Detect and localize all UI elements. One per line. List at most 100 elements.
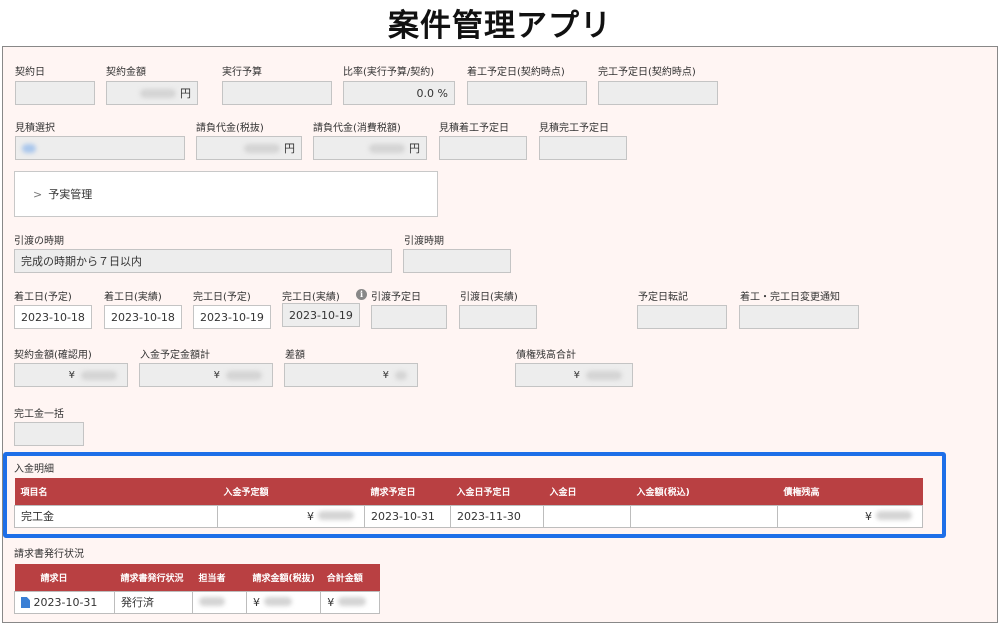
diff-label: 差額: [285, 350, 305, 361]
masked-value: [199, 596, 225, 606]
contract-amount-field[interactable]: 円: [106, 81, 198, 105]
confirm-amount-label: 契約金額(確認用): [14, 350, 92, 361]
finish-actual-field[interactable]: 2023-10-19: [282, 303, 360, 327]
delivery-plan-field[interactable]: [371, 305, 447, 329]
column-header: 請求日: [14, 564, 115, 591]
invoice-status-cell[interactable]: 発行済: [114, 590, 193, 614]
start-plan-field[interactable]: 2023-10-18: [14, 305, 92, 329]
amount-unit: 円: [180, 87, 191, 100]
budget-field[interactable]: [222, 81, 332, 105]
planned-amount-cell[interactable]: ¥: [217, 504, 365, 528]
budget-management-label: 予実管理: [48, 188, 93, 201]
info-icon[interactable]: i: [356, 289, 367, 300]
sub-ex-field[interactable]: 円: [196, 136, 302, 160]
column-header: 入金額(税込): [630, 478, 778, 505]
masked-value: [81, 370, 117, 380]
masked-value: [318, 510, 354, 520]
contract-date-field[interactable]: [15, 81, 95, 105]
notice-label: 着工・完工日変更通知: [740, 292, 840, 303]
column-header: 入金予定額: [217, 478, 365, 505]
yen-symbol: ¥: [865, 509, 872, 523]
lump-field[interactable]: [14, 422, 84, 446]
delivery-timing-label: 引渡の時期: [14, 236, 64, 247]
item-name-cell[interactable]: 完工金: [14, 504, 218, 528]
transfer-label: 予定日転記: [638, 292, 688, 303]
document-icon[interactable]: [21, 597, 30, 608]
yen-symbol: ¥: [253, 595, 260, 609]
masked-value: [244, 143, 280, 153]
est-finish-field[interactable]: [539, 136, 627, 160]
invoice-date-cell[interactable]: 2023-10-31: [14, 590, 115, 614]
balance-total-field[interactable]: ¥: [515, 363, 633, 387]
column-header: 項目名: [14, 478, 218, 505]
balance-cell[interactable]: ¥: [777, 504, 923, 528]
yen-symbol: ¥: [68, 369, 75, 381]
start-actual-label: 着工日(実績): [104, 292, 162, 303]
finish-plan-contract-field[interactable]: [598, 81, 718, 105]
column-header: 請求予定日: [364, 478, 451, 505]
diff-field[interactable]: ¥: [284, 363, 418, 387]
assignee-cell[interactable]: [192, 590, 247, 614]
masked-value: [338, 596, 367, 606]
ratio-field[interactable]: 0.0 %: [343, 81, 455, 105]
est-start-field[interactable]: [439, 136, 527, 160]
yen-symbol: ¥: [307, 509, 314, 523]
pay-plan-cell[interactable]: 2023-11-30: [450, 504, 544, 528]
finish-plan-field[interactable]: 2023-10-19: [193, 305, 271, 329]
ratio-label: 比率(実行予算/契約): [343, 67, 435, 78]
start-plan-contract-field[interactable]: [467, 81, 587, 105]
pay-amount-cell[interactable]: [630, 504, 778, 528]
balance-total-label: 債権残高合計: [516, 350, 576, 361]
total-amount-cell[interactable]: ¥: [320, 590, 380, 614]
estimate-select-label: 見積選択: [15, 123, 55, 134]
delivery-plan-label: 引渡予定日: [371, 292, 421, 303]
planned-total-label: 入金予定金額計: [140, 350, 210, 361]
sub-tax-unit: 円: [409, 142, 420, 155]
sub-ex-unit: 円: [284, 142, 295, 155]
table-row: 完工金 ¥ 2023-10-31 2023-11-30 ¥: [14, 504, 923, 528]
yen-symbol: ¥: [213, 369, 220, 381]
masked-value: [22, 143, 36, 153]
invoice-date: 2023-10-31: [33, 595, 98, 609]
delivery-period-field[interactable]: [403, 249, 511, 273]
masked-value: [226, 370, 262, 380]
sub-tax-label: 請負代金(消費税額): [313, 123, 401, 134]
column-header: 合計金額: [320, 564, 380, 591]
finish-plan-label: 完工日(予定): [193, 292, 251, 303]
column-header: 入金日予定日: [450, 478, 544, 505]
masked-value: [876, 510, 912, 520]
invoice-status-table: 請求日 請求書発行状況 担当者 請求金額(税抜) 合計金額 2023-10-31…: [14, 564, 380, 614]
start-plan-label: 着工日(予定): [14, 292, 72, 303]
column-header: 入金日: [543, 478, 631, 505]
invoice-status-title: 請求書発行状況: [14, 549, 84, 560]
delivery-timing-field[interactable]: 完成の時期から７日以内: [14, 249, 392, 273]
notice-field[interactable]: [739, 305, 859, 329]
masked-value: [395, 370, 407, 380]
est-finish-label: 見積完工予定日: [539, 123, 609, 134]
invoice-amount-cell[interactable]: ¥: [245, 590, 322, 614]
contract-amount-label: 契約金額: [106, 67, 146, 78]
table-header-row: 項目名 入金予定額 請求予定日 入金日予定日 入金日 入金額(税込) 債権残高: [14, 478, 923, 505]
confirm-amount-field[interactable]: ¥: [14, 363, 128, 387]
estimate-select-field[interactable]: [15, 136, 185, 160]
column-header: 担当者: [192, 564, 247, 591]
budget-management-toggle[interactable]: > 予実管理: [14, 171, 438, 217]
delivery-actual-field[interactable]: [459, 305, 537, 329]
planned-total-field[interactable]: ¥: [139, 363, 273, 387]
bill-plan-cell[interactable]: 2023-10-31: [364, 504, 451, 528]
payment-details-title: 入金明細: [14, 464, 54, 475]
sub-tax-field[interactable]: 円: [313, 136, 427, 160]
est-start-label: 見積着工予定日: [439, 123, 509, 134]
start-actual-field[interactable]: 2023-10-18: [104, 305, 182, 329]
masked-value: [140, 88, 176, 98]
column-header: 請求書発行状況: [114, 564, 193, 591]
column-header: 債権残高: [777, 478, 923, 505]
column-header: 請求金額(税抜): [246, 564, 321, 591]
contract-date-label: 契約日: [15, 67, 45, 78]
transfer-field[interactable]: [637, 305, 727, 329]
delivery-actual-label: 引渡日(実績): [460, 292, 518, 303]
budget-label: 実行予算: [222, 67, 262, 78]
pay-date-cell[interactable]: [543, 504, 631, 528]
yen-symbol: ¥: [327, 595, 335, 609]
sub-ex-label: 請負代金(税抜): [196, 123, 264, 134]
